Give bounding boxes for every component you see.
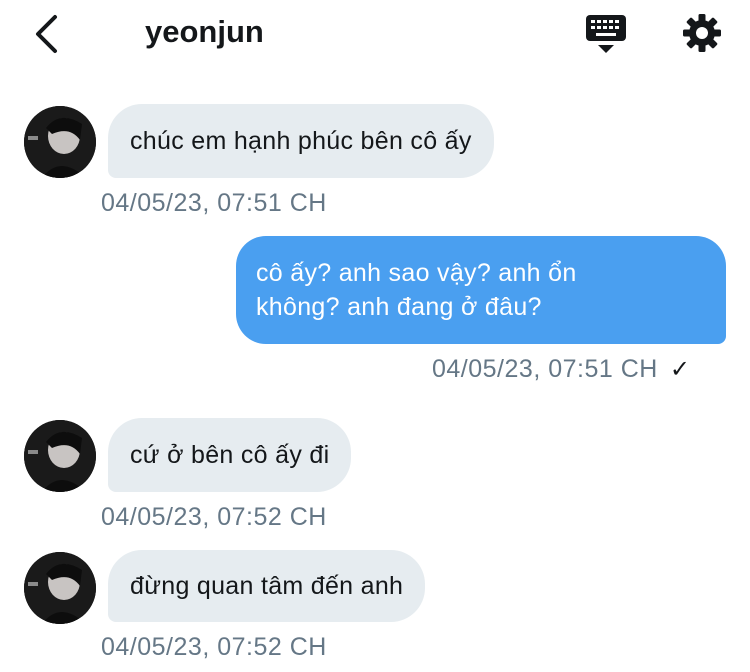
message-timestamp: 04/05/23, 07:52 CH (101, 503, 327, 531)
conversation-title: yeonjun (145, 14, 264, 49)
sent-check-icon: ✓ (669, 356, 691, 383)
message-timestamp: 04/05/23, 07:51 CH (101, 189, 327, 217)
avatar-photo (24, 106, 96, 178)
message-timestamp-row: 04/05/23, 07:51 CH ✓ (432, 354, 690, 385)
avatar-photo (24, 552, 96, 624)
avatar-photo (24, 420, 96, 492)
message-text-line: cô ấy? anh sao vậy? anh ổn (256, 259, 577, 287)
gear-icon (683, 14, 721, 52)
keyboard-toggle-button[interactable] (583, 12, 629, 56)
avatar[interactable] (24, 420, 96, 492)
message-timestamp: 04/05/23, 07:51 CH (432, 355, 658, 383)
keyboard-icon (586, 15, 626, 53)
settings-button[interactable] (680, 11, 724, 55)
message-timestamp: 04/05/23, 07:52 CH (101, 633, 327, 661)
chevron-left-icon (36, 15, 57, 53)
message-bubble-incoming[interactable]: đừng quan tâm đến anh (108, 550, 426, 622)
message-bubble-incoming[interactable]: cứ ở bên cô ấy đi (108, 418, 352, 492)
avatar[interactable] (24, 106, 96, 178)
back-button[interactable] (26, 12, 66, 56)
conversation-header: yeonjun (0, 0, 750, 66)
message-bubble-incoming[interactable]: chúc em hạnh phúc bên cô ấy (108, 104, 494, 178)
avatar[interactable] (24, 552, 96, 624)
message-bubble-outgoing[interactable]: cô ấy? anh sao vậy? anh ổn không? anh đa… (236, 236, 726, 344)
message-text-line: không? anh đang ở đâu? (256, 293, 542, 321)
